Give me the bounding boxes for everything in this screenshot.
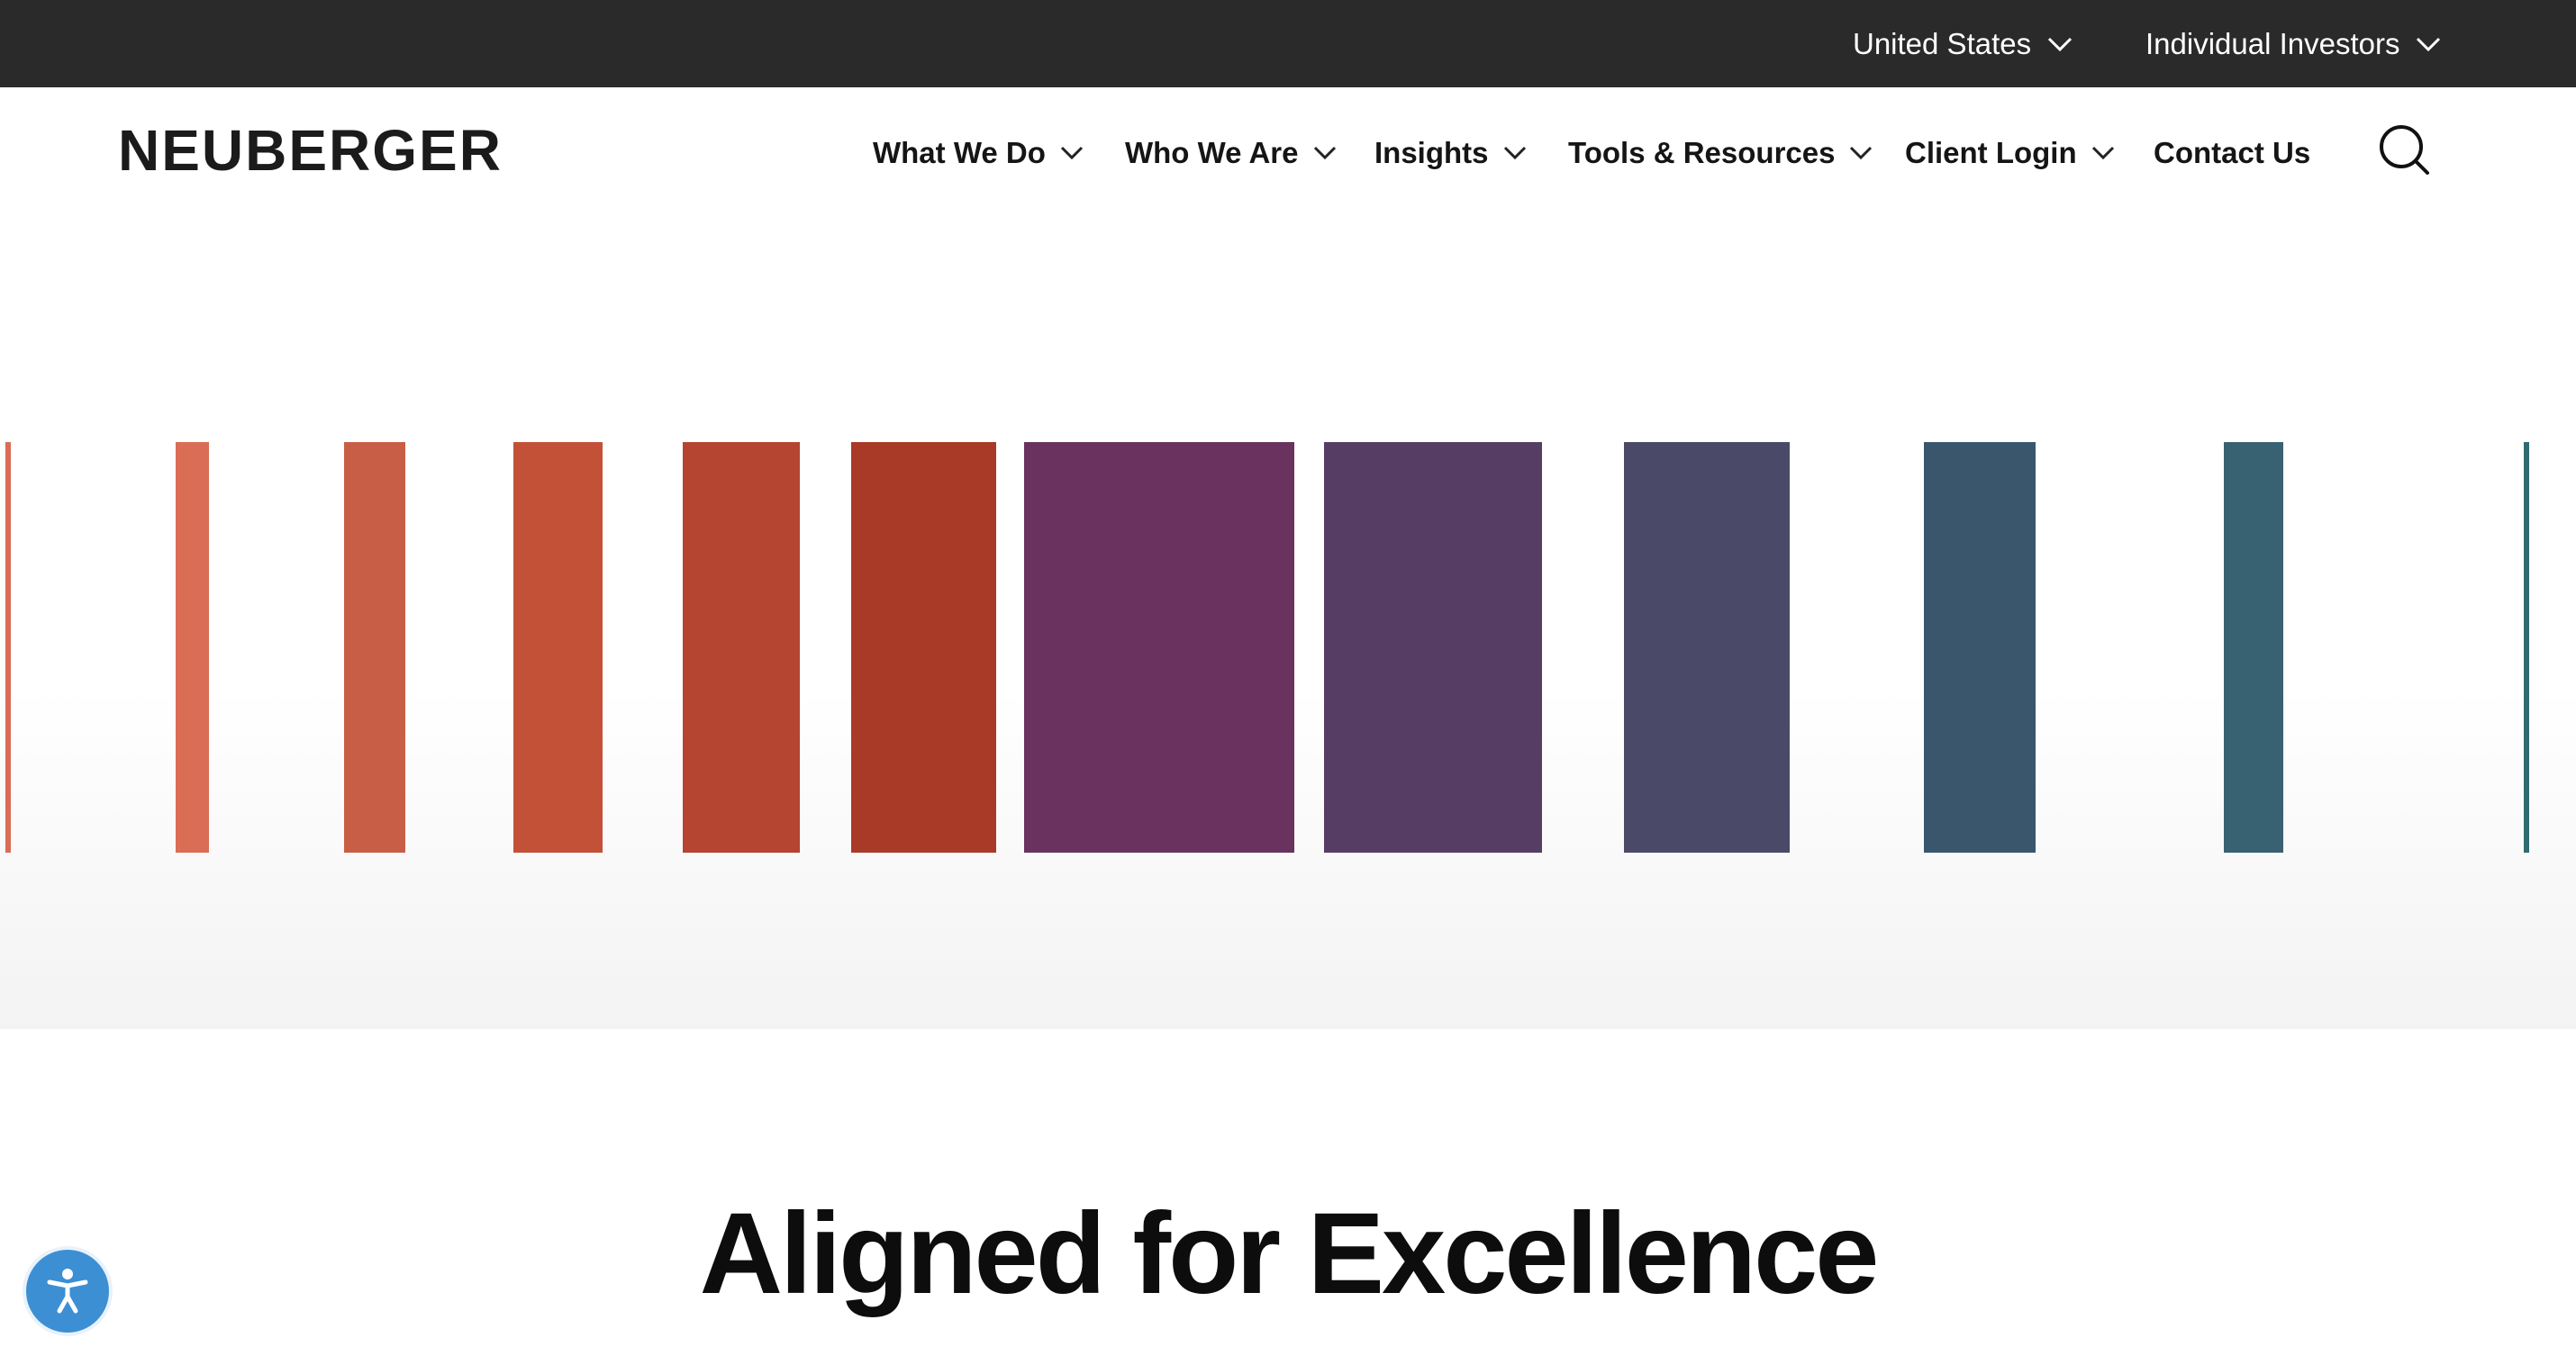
nav-tools-resources[interactable]: Tools & Resources (1568, 87, 1873, 219)
hero-bar (344, 442, 405, 853)
chevron-down-icon (1850, 146, 1873, 160)
hero-bar (851, 442, 996, 853)
nav-label: Insights (1374, 136, 1489, 169)
utility-bar: United States Individual Investors (0, 0, 2576, 87)
hero-bar (1624, 442, 1790, 853)
region-selector[interactable]: United States (1853, 0, 2073, 87)
nav-label: What We Do (873, 136, 1046, 169)
nav-label: Contact Us (2154, 136, 2311, 169)
hero-bars (5, 442, 2529, 853)
hero-bar (1324, 442, 1542, 853)
hero-bar (2224, 442, 2283, 853)
logo[interactable]: NEUBERGER (118, 122, 503, 179)
nav-label: Who We Are (1125, 136, 1299, 169)
nav-contact-us[interactable]: Contact Us (2154, 87, 2310, 219)
nav-insights[interactable]: Insights (1374, 87, 1527, 219)
search-button[interactable] (2378, 123, 2432, 177)
chevron-down-icon (2091, 146, 2114, 160)
chevron-down-icon (2048, 37, 2073, 51)
hero-bar (1924, 442, 2036, 853)
hero-bar (513, 442, 603, 853)
hero-graphic (0, 219, 2576, 1029)
nav-what-we-do[interactable]: What We Do (873, 87, 1084, 219)
main-header: NEUBERGER What We Do Who We Are Insights… (0, 87, 2576, 219)
hero-bar (1024, 442, 1294, 853)
chevron-down-icon (2417, 37, 2441, 51)
audience-selector[interactable]: Individual Investors (2145, 0, 2441, 87)
page-headline: Aligned for Excellence (699, 1189, 1880, 1318)
hero-bar (5, 442, 11, 853)
hero-bar (2524, 442, 2529, 853)
nav-label: Client Login (1905, 136, 2077, 169)
nav-label: Tools & Resources (1568, 136, 1836, 169)
accessibility-button[interactable] (26, 1250, 109, 1333)
nav-client-login[interactable]: Client Login (1905, 87, 2115, 219)
hero-bar (176, 442, 209, 853)
search-icon (2380, 125, 2429, 175)
chevron-down-icon (1060, 146, 1083, 160)
hero-bar (683, 442, 800, 853)
region-label: United States (1853, 26, 2032, 60)
audience-label: Individual Investors (2145, 26, 2400, 60)
accessibility-icon (47, 1269, 88, 1314)
chevron-down-icon (1313, 146, 1336, 160)
nav-who-we-are[interactable]: Who We Are (1125, 87, 1337, 219)
chevron-down-icon (1503, 146, 1526, 160)
